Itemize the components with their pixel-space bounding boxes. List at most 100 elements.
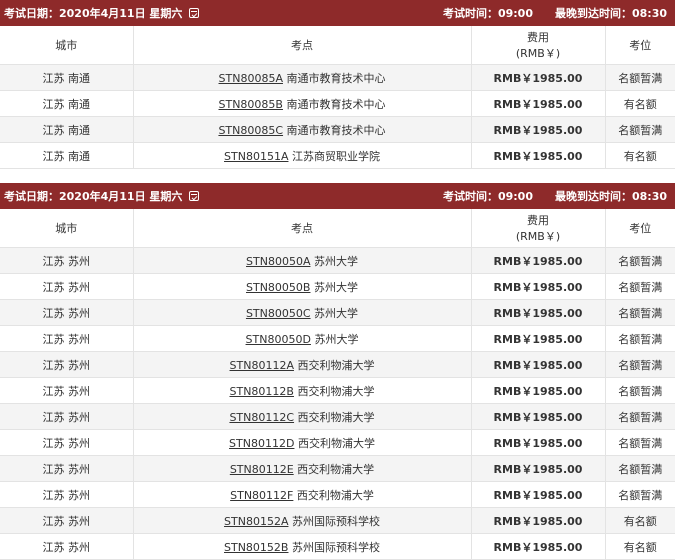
fee-cell: RMB￥1985.00 bbox=[471, 507, 606, 534]
city-cell: 江苏 苏州 bbox=[0, 247, 134, 274]
calendar-icon[interactable] bbox=[189, 8, 200, 18]
site-cell: STN80152A 苏州国际预科学校 bbox=[133, 507, 472, 534]
site-cell: STN80050B 苏州大学 bbox=[133, 273, 472, 300]
site-code-link[interactable]: STN80085C bbox=[218, 124, 283, 137]
city-cell: 江苏 苏州 bbox=[0, 481, 134, 508]
site-code-link[interactable]: STN80085A bbox=[219, 72, 283, 85]
city-cell: 江苏 苏州 bbox=[0, 403, 134, 430]
exam-time: 考试时间：09:00 bbox=[442, 7, 533, 20]
city-cell: 江苏 苏州 bbox=[0, 377, 134, 404]
exam-section: 考试日期：2020年4月11日 星期六 考试时间：09:00 最晚到达时间：08:3… bbox=[0, 0, 675, 169]
site-code-link[interactable]: STN80112A bbox=[230, 359, 294, 372]
col-site-header: 考点 bbox=[133, 26, 472, 65]
site-name: 苏州大学 bbox=[310, 306, 359, 320]
exam-sites-table: 城市 考点 费用 (RMB￥) 考位江苏 苏州 STN80050A 苏州大学 RMB￥198… bbox=[0, 209, 675, 560]
site-code-link[interactable]: STN80112C bbox=[229, 411, 294, 424]
site-name: 南通市教育技术中心 bbox=[283, 123, 386, 137]
table-row: 江苏 苏州 STN80050A 苏州大学 RMB￥1985.00 名额暂满 bbox=[0, 247, 675, 274]
fee-cell: RMB￥1985.00 bbox=[471, 142, 606, 169]
city-cell: 江苏 南通 bbox=[0, 64, 134, 91]
site-cell: STN80152B 苏州国际预科学校 bbox=[133, 533, 472, 560]
site-cell: STN80151A 江苏商贸职业学院 bbox=[133, 142, 472, 169]
site-cell: STN80050C 苏州大学 bbox=[133, 299, 472, 326]
exam-header-bar: 考试日期：2020年4月11日 星期六 考试时间：09:00 最晚到达时间：08:3… bbox=[0, 0, 675, 26]
site-cell: STN80112F 西交利物浦大学 bbox=[133, 481, 472, 508]
col-city-header: 城市 bbox=[0, 209, 134, 248]
table-row: 江苏 南通 STN80085C 南通市教育技术中心 RMB￥1985.00 名额暂满 bbox=[0, 116, 675, 143]
table-row: 江苏 苏州 STN80050C 苏州大学 RMB￥1985.00 名额暂满 bbox=[0, 299, 675, 326]
exam-time-group: 考试时间：09:00 最晚到达时间：08:30 bbox=[443, 0, 667, 26]
col-site-header: 考点 bbox=[133, 209, 472, 248]
exam-section: 考试日期：2020年4月11日 星期六 考试时间：09:00 最晚到达时间：08:3… bbox=[0, 183, 675, 560]
site-cell: STN80085A 南通市教育技术中心 bbox=[133, 64, 472, 91]
seat-status-cell: 名额暂满 bbox=[605, 273, 675, 300]
site-code-link[interactable]: STN80050C bbox=[246, 307, 311, 320]
site-cell: STN80085C 南通市教育技术中心 bbox=[133, 116, 472, 143]
site-code-link[interactable]: STN80050D bbox=[246, 333, 311, 346]
table-row: 江苏 苏州 STN80152B 苏州国际预科学校 RMB￥1985.00 有名额 bbox=[0, 533, 675, 560]
site-name: 南通市教育技术中心 bbox=[282, 71, 386, 85]
exam-sites-table: 城市 考点 费用 (RMB￥) 考位 江苏 南通 STN80085A 南通市教育技术中心 RM… bbox=[0, 26, 675, 169]
city-cell: 江苏 南通 bbox=[0, 90, 134, 117]
city-cell: 江苏 苏州 bbox=[0, 325, 134, 352]
city-cell: 江苏 南通 bbox=[0, 142, 134, 169]
fee-cell: RMB￥1985.00 bbox=[471, 299, 606, 326]
fee-cell: RMB￥1985.00 bbox=[471, 481, 606, 508]
fee-cell: RMB￥1985.00 bbox=[471, 90, 606, 117]
site-code-link[interactable]: STN80112F bbox=[230, 489, 293, 502]
city-cell: 江苏 苏州 bbox=[0, 299, 134, 326]
site-code-link[interactable]: STN80152A bbox=[224, 515, 288, 528]
site-code-link[interactable]: STN80112E bbox=[230, 463, 294, 476]
site-code-link[interactable]: STN80112B bbox=[230, 385, 294, 398]
col-fee-header: 费用 (RMB￥) bbox=[471, 209, 606, 248]
site-cell: STN80112C 西交利物浦大学 bbox=[133, 403, 472, 430]
col-city-header: 城市 bbox=[0, 26, 134, 65]
col-seat-header: 考位 bbox=[605, 209, 675, 248]
seat-status-cell: 名额暂满 bbox=[605, 325, 675, 352]
site-cell: STN80112A 西交利物浦大学 bbox=[133, 351, 472, 378]
seat-status-cell: 名额暂满 bbox=[605, 64, 675, 91]
site-code-link[interactable]: STN80151A bbox=[224, 150, 288, 163]
col-seat-header: 考位 bbox=[605, 26, 675, 65]
site-cell: STN80085B 南通市教育技术中心 bbox=[133, 90, 472, 117]
city-cell: 江苏 苏州 bbox=[0, 455, 134, 482]
seat-status-cell: 名额暂满 bbox=[605, 247, 675, 274]
city-cell: 江苏 南通 bbox=[0, 116, 134, 143]
site-code-link[interactable]: STN80050B bbox=[246, 281, 310, 294]
site-code-link[interactable]: STN80085B bbox=[219, 98, 283, 111]
table-row: 江苏 苏州 STN80112E 西交利物浦大学 RMB￥1985.00 名额暂满 bbox=[0, 455, 675, 482]
city-cell: 江苏 苏州 bbox=[0, 273, 134, 300]
city-cell: 江苏 苏州 bbox=[0, 507, 134, 534]
table-header-row: 城市 考点 费用 (RMB￥) 考位 bbox=[0, 26, 675, 65]
exam-date-group: 考试日期：2020年4月11日 星期六 bbox=[4, 183, 200, 209]
table-row: 江苏 苏州 STN80112A 西交利物浦大学 RMB￥1985.00 名额暂满 bbox=[0, 351, 675, 378]
site-code-link[interactable]: STN80050A bbox=[246, 255, 310, 268]
site-cell: STN80112D 西交利物浦大学 bbox=[133, 429, 472, 456]
seat-status-cell: 名额暂满 bbox=[605, 403, 675, 430]
site-name: 西交利物浦大学 bbox=[293, 488, 374, 502]
exam-date: 考试日期：2020年4月11日 星期六 bbox=[4, 7, 183, 20]
fee-cell: RMB￥1985.00 bbox=[471, 247, 606, 274]
fee-cell: RMB￥1985.00 bbox=[471, 377, 606, 404]
fee-cell: RMB￥1985.00 bbox=[471, 64, 606, 91]
site-code-link[interactable]: STN80112D bbox=[229, 437, 294, 450]
calendar-icon[interactable] bbox=[189, 191, 200, 201]
site-cell: STN80050D 苏州大学 bbox=[133, 325, 472, 352]
site-code-link[interactable]: STN80152B bbox=[224, 541, 288, 554]
seat-status-cell: 有名额 bbox=[605, 90, 675, 117]
table-row: 江苏 南通 STN80085B 南通市教育技术中心 RMB￥1985.00 有名额 bbox=[0, 90, 675, 117]
site-name: 苏州大学 bbox=[310, 280, 358, 294]
fee-cell: RMB￥1985.00 bbox=[471, 325, 606, 352]
exam-date-group: 考试日期：2020年4月11日 星期六 bbox=[4, 0, 200, 26]
city-cell: 江苏 苏州 bbox=[0, 351, 134, 378]
latest-arrival-time: 最晚到达时间：08:30 bbox=[554, 7, 667, 20]
seat-status-cell: 名额暂满 bbox=[605, 429, 675, 456]
seat-status-cell: 名额暂满 bbox=[605, 377, 675, 404]
latest-arrival-time: 最晚到达时间：08:30 bbox=[554, 190, 667, 203]
fee-header-line1: 费用 bbox=[527, 31, 549, 44]
site-name: 西交利物浦大学 bbox=[293, 384, 375, 398]
fee-cell: RMB￥1985.00 bbox=[471, 351, 606, 378]
table-row: 江苏 南通 STN80085A 南通市教育技术中心 RMB￥1985.00 名额暂满 bbox=[0, 64, 675, 91]
fee-cell: RMB￥1985.00 bbox=[471, 455, 606, 482]
